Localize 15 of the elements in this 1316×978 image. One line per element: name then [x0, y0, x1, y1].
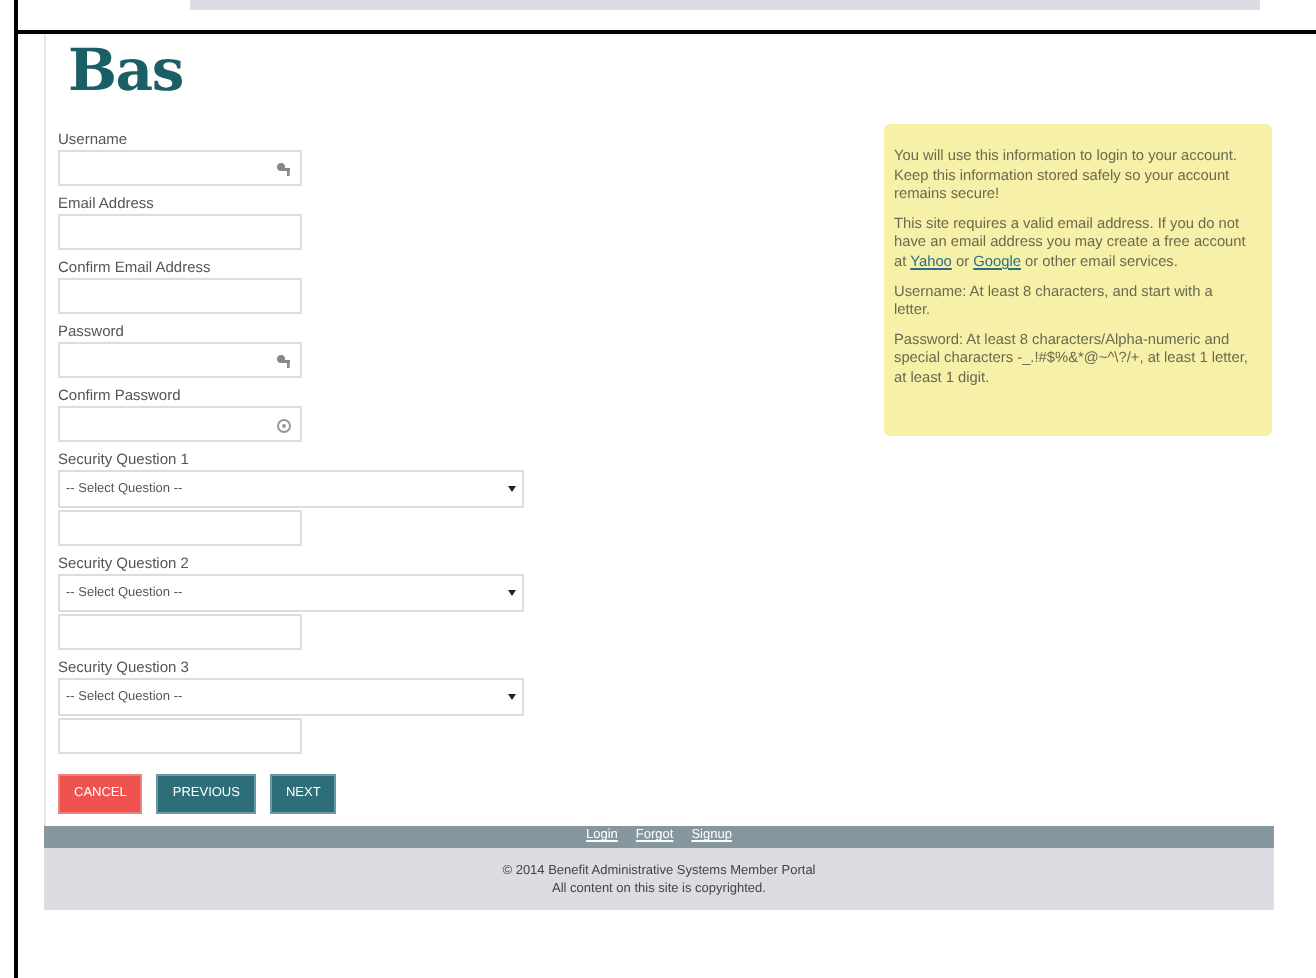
key-icon [276, 354, 292, 370]
input-field[interactable] [58, 278, 302, 314]
input-field[interactable] [58, 406, 302, 442]
dropdown-caret-icon [508, 694, 516, 700]
dropdown-caret-icon [508, 486, 516, 492]
eye-icon [276, 418, 292, 434]
input-field[interactable] [58, 150, 302, 186]
dropdown-caret-icon [508, 590, 516, 596]
answer-field[interactable] [58, 614, 302, 650]
input-field[interactable] [58, 214, 302, 250]
answer-field[interactable] [58, 718, 302, 754]
logo: Bas [68, 38, 185, 102]
answer-field[interactable] [58, 510, 302, 546]
input-field[interactable] [58, 342, 302, 378]
key-icon [276, 162, 292, 178]
